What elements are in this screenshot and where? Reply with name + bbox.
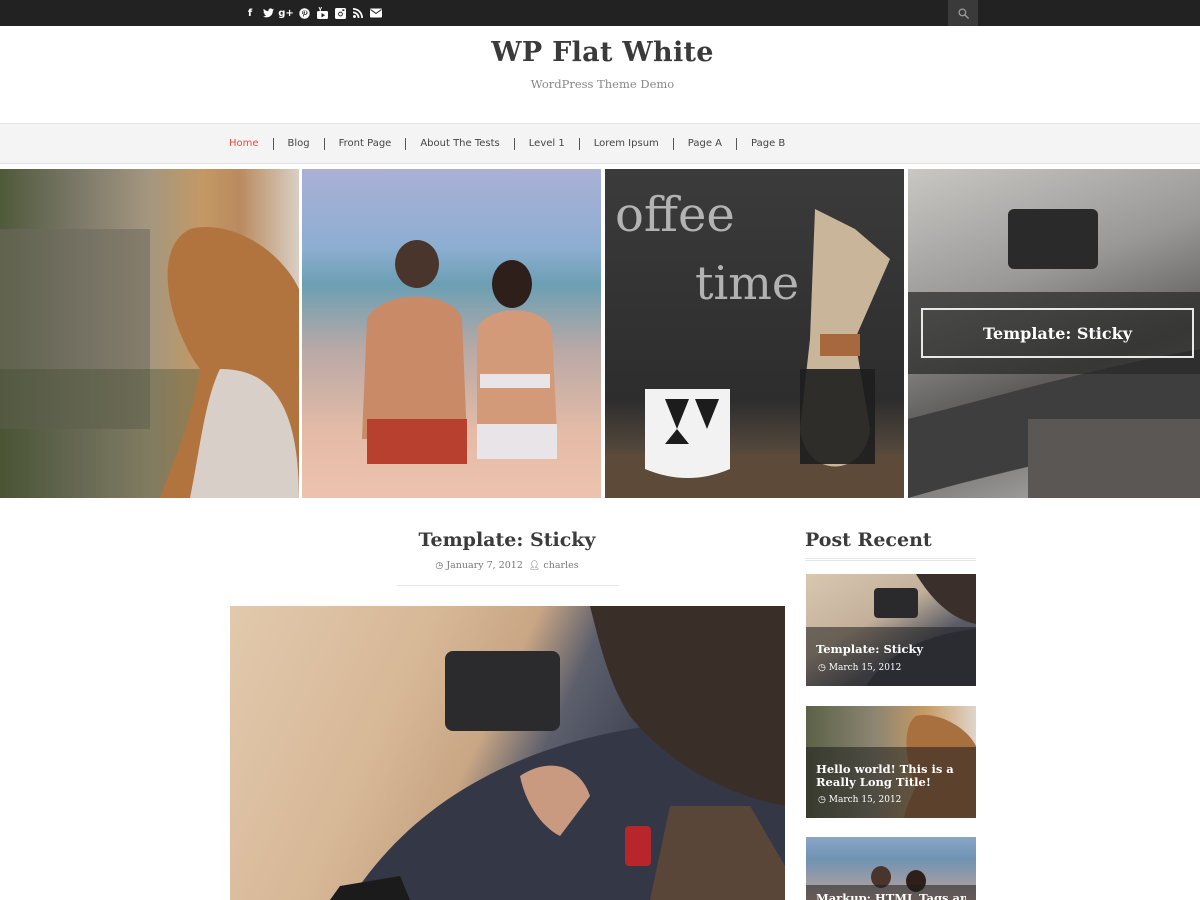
recent-post-card[interactable]: Template: Sticky ◷ March 15, 2012 xyxy=(806,574,976,686)
user-icon: 👤︎ xyxy=(528,561,541,571)
recent-post-overlay xyxy=(806,627,976,686)
email-icon[interactable] xyxy=(370,6,382,20)
recent-post-date: ◷ March 15, 2012 xyxy=(818,795,901,805)
post-meta: ◷ January 7, 2012 👤︎ charles xyxy=(229,560,785,571)
twitter-icon[interactable] xyxy=(262,6,274,20)
slider-image-woman[interactable] xyxy=(0,169,299,498)
recent-post-date-text: March 15, 2012 xyxy=(828,795,902,805)
recent-post-date: ◷ March 15, 2012 xyxy=(818,663,901,673)
nav-separator xyxy=(736,137,738,150)
nav-separator xyxy=(672,137,674,150)
nav-separator xyxy=(513,137,515,150)
search-icon xyxy=(957,7,969,19)
facebook-icon[interactable]: f xyxy=(244,6,256,20)
nav-separator xyxy=(323,137,325,150)
recent-post-title[interactable]: Hello world! This is a Really Long Title… xyxy=(816,763,966,789)
svg-text:offee: offee xyxy=(615,187,735,243)
slider-image-couple-beach[interactable] xyxy=(302,169,601,498)
rss-icon[interactable] xyxy=(352,6,364,20)
top-bar: f g+ xyxy=(0,0,1200,26)
clock-icon: ◷ xyxy=(818,663,826,673)
nav-separator xyxy=(272,137,274,150)
sidebar-title: Post Recent xyxy=(805,529,932,551)
post-title-divider xyxy=(397,585,619,586)
nav-item-front-page[interactable]: Front Page xyxy=(339,138,392,149)
youtube-icon[interactable] xyxy=(316,6,328,20)
site-description: WordPress Theme Demo xyxy=(530,77,675,91)
social-links: f g+ xyxy=(244,0,382,26)
slider-caption[interactable]: Template: Sticky xyxy=(983,324,1132,343)
nav-item-about-the-tests[interactable]: About The Tests xyxy=(420,138,499,149)
sidebar-title-divider xyxy=(805,558,976,561)
slider-image-coffee-time[interactable]: offee time xyxy=(605,169,904,498)
clock-icon: ◷ xyxy=(818,795,826,805)
pinterest-icon[interactable] xyxy=(298,6,310,20)
clock-icon: ◷ xyxy=(435,561,444,571)
post-featured-image[interactable] xyxy=(230,606,785,900)
nav-item-blog[interactable]: Blog xyxy=(288,138,310,149)
post-date[interactable]: January 7, 2012 xyxy=(446,560,523,571)
search-button[interactable] xyxy=(948,0,978,26)
nav-item-home[interactable]: Home xyxy=(229,138,259,149)
nav-item-page-b[interactable]: Page B xyxy=(751,138,785,149)
svg-text:time: time xyxy=(695,256,799,310)
recent-post-card[interactable]: Hello world! This is a Really Long Title… xyxy=(806,706,976,818)
post-title[interactable]: Template: Sticky xyxy=(229,529,785,551)
slider-caption-box[interactable]: Template: Sticky xyxy=(921,308,1194,358)
site-title[interactable]: WP Flat White xyxy=(0,37,1200,68)
nav-item-level-1[interactable]: Level 1 xyxy=(529,138,565,149)
nav-item-lorem-ipsum[interactable]: Lorem Ipsum xyxy=(594,138,659,149)
nav-item-page-a[interactable]: Page A xyxy=(688,138,722,149)
recent-post-title[interactable]: Markup: HTML Tags and Formatting xyxy=(816,892,966,900)
recent-post-card[interactable]: Markup: HTML Tags and Formatting xyxy=(806,837,976,900)
nav-separator xyxy=(578,137,580,150)
post-author[interactable]: charles xyxy=(543,560,578,571)
main-navigation: Home Blog Front Page About The Tests Lev… xyxy=(0,123,1200,164)
recent-post-date-text: March 15, 2012 xyxy=(828,663,902,673)
instagram-icon[interactable] xyxy=(334,6,346,20)
recent-post-title[interactable]: Template: Sticky xyxy=(816,643,923,656)
googleplus-icon[interactable]: g+ xyxy=(278,6,294,20)
nav-separator xyxy=(405,137,407,150)
